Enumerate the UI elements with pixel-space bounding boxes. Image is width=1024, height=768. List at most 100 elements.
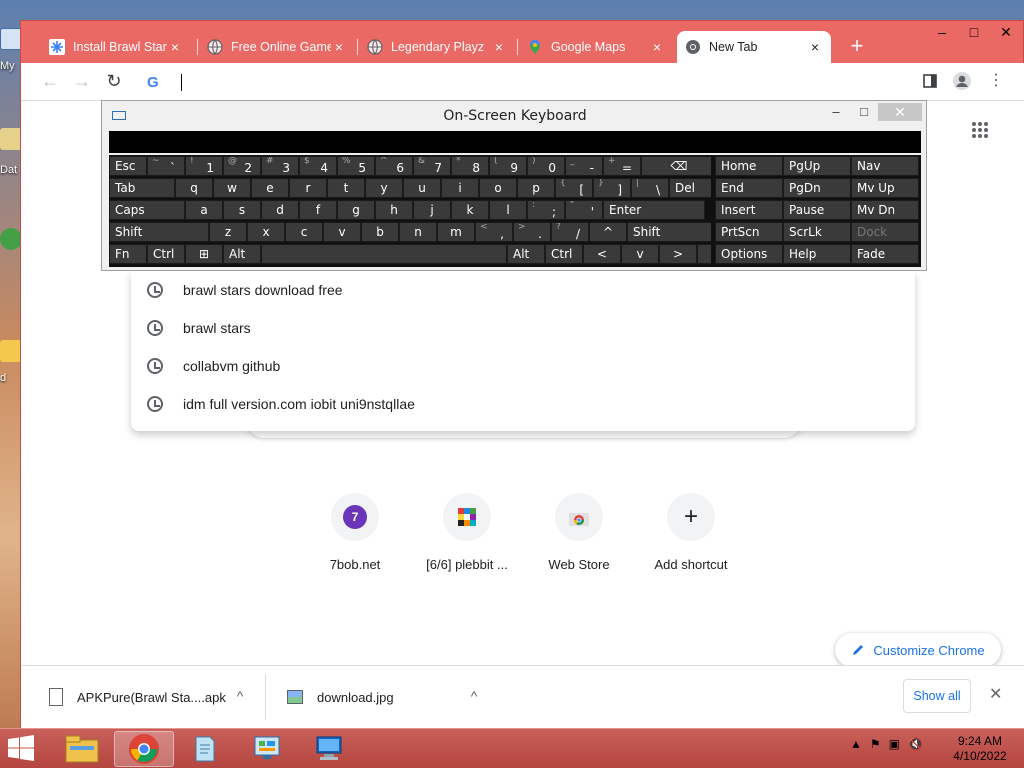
key-a[interactable]: a [185, 200, 223, 220]
forward-button[interactable]: → [67, 67, 97, 97]
tab-close-button[interactable]: × [807, 39, 823, 55]
key-w[interactable]: w [213, 178, 251, 198]
key-3[interactable]: #3 [261, 156, 299, 176]
omnibox[interactable]: G [135, 67, 905, 97]
key-d[interactable]: d [261, 200, 299, 220]
key-v[interactable]: v [621, 244, 659, 264]
download-item[interactable]: APKPure(Brawl Sta....apk ^ [21, 666, 263, 728]
tab-free-online-games[interactable]: Free Online Games × [199, 31, 355, 63]
new-tab-button[interactable]: + [843, 33, 871, 61]
key-scrlk[interactable]: ScrLk [783, 222, 851, 242]
key-fn[interactable]: Fn [109, 244, 147, 264]
key-7[interactable]: & 7 [413, 156, 451, 176]
suggestion-item[interactable]: brawl stars download free [131, 271, 915, 309]
key-mv-dn[interactable]: Mv Dn [851, 200, 919, 220]
osk-minimize-button[interactable]: – [826, 104, 846, 119]
key-0[interactable]: ) 0 [527, 156, 565, 176]
key-c[interactable]: c [285, 222, 323, 242]
key-8[interactable]: * 8 [451, 156, 489, 176]
key-dock[interactable]: Dock [851, 222, 919, 242]
close-button[interactable]: ✕ [989, 21, 1023, 45]
key-insert[interactable]: Insert [715, 200, 783, 220]
shortcut-plebbit[interactable]: [6/6] plebbit ... [411, 493, 523, 572]
key--[interactable]: + = [603, 156, 641, 176]
key-nav[interactable]: Nav [851, 156, 919, 176]
close-download-shelf-icon[interactable]: ✕ [989, 684, 1002, 704]
shortcut-7bob[interactable]: 7 7bob.net [299, 493, 411, 572]
remote-desktop-taskbar-icon[interactable] [300, 731, 360, 767]
key--[interactable]: >. [513, 222, 551, 242]
apps-grid-icon[interactable] [971, 121, 995, 145]
key--[interactable]: <, [475, 222, 513, 242]
suggestion-item[interactable]: idm full version.com iobit uni9nstqllae [131, 385, 915, 423]
key--[interactable]: | \ [631, 178, 669, 198]
key-v[interactable]: v [323, 222, 361, 242]
chrome-taskbar-icon[interactable] [114, 731, 174, 767]
windows-start-icon[interactable] [6, 735, 38, 763]
key--[interactable]: < [583, 244, 621, 264]
action-center-flag-icon[interactable]: ⚑ [870, 737, 881, 751]
key--[interactable]: > [659, 244, 697, 264]
key-9[interactable]: (9 [489, 156, 527, 176]
address-bar-input[interactable] [179, 71, 879, 93]
chevron-up-icon[interactable]: ^ [231, 688, 249, 704]
back-button[interactable]: ← [35, 67, 65, 97]
suggestion-item[interactable]: collabvm github [131, 347, 915, 385]
key-e[interactable]: e [251, 178, 289, 198]
key-fade[interactable]: Fade [851, 244, 919, 264]
key-u[interactable]: u [403, 178, 441, 198]
key-x[interactable]: x [247, 222, 285, 242]
key-q[interactable]: q [175, 178, 213, 198]
osk-maximize-button[interactable]: □ [854, 104, 874, 119]
show-all-button[interactable]: Show all [903, 679, 971, 713]
key--[interactable]: {[ [555, 178, 593, 198]
key--[interactable]: ⊞ [185, 244, 223, 264]
key-options[interactable]: Options [715, 244, 783, 264]
tab-close-button[interactable]: × [491, 39, 507, 55]
key-k[interactable]: k [451, 200, 489, 220]
key-t[interactable]: t [327, 178, 365, 198]
desktop-icon[interactable] [0, 340, 22, 362]
key-alt[interactable]: Alt [223, 244, 261, 264]
key-caps[interactable]: Caps [109, 200, 185, 220]
taskbar-clock[interactable]: 9:24 AM 4/10/2022 [950, 734, 1010, 764]
key-enter[interactable]: Enter [603, 200, 705, 220]
key-m[interactable]: m [437, 222, 475, 242]
key--[interactable]: }] [593, 178, 631, 198]
key-esc[interactable]: Esc [109, 156, 147, 176]
key-g[interactable]: g [337, 200, 375, 220]
key-5[interactable]: % 5 [337, 156, 375, 176]
chevron-up-icon[interactable]: ^ [465, 688, 483, 704]
menu-kebab-icon[interactable]: ⋮ [981, 67, 1011, 97]
key--[interactable]: ~ ` [147, 156, 185, 176]
key-end[interactable]: End [715, 178, 783, 198]
control-panel-taskbar-icon[interactable] [238, 731, 298, 767]
tab-google-maps[interactable]: Google Maps × [519, 31, 673, 63]
minimize-button[interactable]: – [925, 21, 959, 45]
key-home[interactable]: Home [715, 156, 783, 176]
key-ctrl[interactable]: Ctrl [147, 244, 185, 264]
notepad-taskbar-icon[interactable] [176, 731, 236, 767]
key-pgdn[interactable]: PgDn [783, 178, 851, 198]
key-prtscn[interactable]: PrtScn [715, 222, 783, 242]
desktop-icon[interactable] [0, 228, 22, 250]
tab-install-brawl-stars[interactable]: Install Brawl Stars × [41, 31, 191, 63]
key--[interactable]: ? / [551, 222, 589, 242]
key-h[interactable]: h [375, 200, 413, 220]
key-y[interactable]: y [365, 178, 403, 198]
key-l[interactable]: l [489, 200, 527, 220]
desktop-icon[interactable] [0, 28, 22, 50]
key--[interactable]: " ' [565, 200, 603, 220]
tab-close-button[interactable]: × [649, 39, 665, 55]
key-r[interactable]: r [289, 178, 327, 198]
key--[interactable]: ⌫ [641, 156, 717, 176]
side-panel-icon[interactable] [915, 67, 945, 97]
key-f[interactable]: f [299, 200, 337, 220]
shortcut-web-store[interactable]: Web Store [523, 493, 635, 572]
reload-button[interactable]: ↻ [99, 67, 129, 97]
key-i[interactable]: i [441, 178, 479, 198]
maximize-button[interactable]: □ [957, 21, 991, 45]
key-pause[interactable]: Pause [783, 200, 851, 220]
key-del[interactable]: Del [669, 178, 717, 198]
key-pgup[interactable]: PgUp [783, 156, 851, 176]
